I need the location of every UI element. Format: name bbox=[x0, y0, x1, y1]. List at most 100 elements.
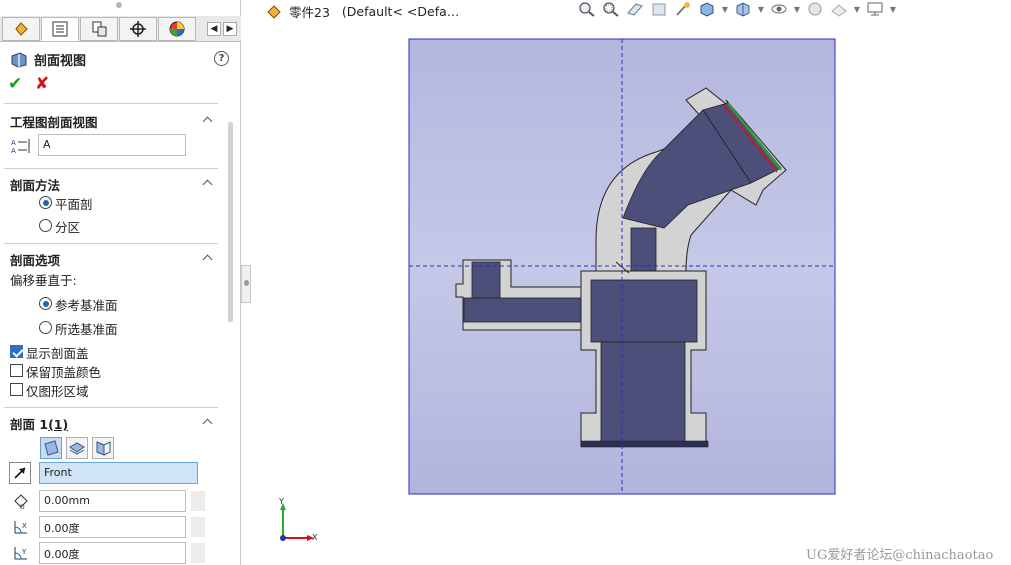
document-title: 零件23 (Default< <Defa… bbox=[265, 2, 459, 21]
radio-selected-plane[interactable] bbox=[39, 321, 52, 334]
section-view-icon[interactable] bbox=[649, 1, 669, 18]
previous-view-icon[interactable] bbox=[625, 1, 645, 18]
offset-normal-label: 偏移垂直于: bbox=[10, 273, 77, 288]
tab-property-manager[interactable] bbox=[41, 17, 79, 41]
graphics-area[interactable]: 零件23 (Default< <Defa… ▼ ▼ ▼ ▼ ▼ Y X UG爱好… bbox=[251, 0, 1011, 565]
svg-text:Y: Y bbox=[21, 548, 27, 556]
section-method-group-title: 剖面方法 bbox=[10, 178, 61, 193]
chevron-down-icon[interactable]: ▼ bbox=[793, 1, 801, 18]
angle-x-input[interactable]: 0.00度 bbox=[39, 516, 186, 538]
section1-title-text: 剖面 1 bbox=[10, 417, 49, 432]
collapse-chevron-icon[interactable] bbox=[202, 416, 214, 428]
view-orientation-icon[interactable] bbox=[697, 1, 717, 18]
tab-feature-manager[interactable] bbox=[2, 17, 40, 41]
help-button[interactable]: ? bbox=[214, 51, 229, 66]
divider bbox=[4, 407, 218, 408]
divider bbox=[4, 243, 218, 244]
spin-control[interactable] bbox=[191, 517, 205, 537]
section-plane-icon bbox=[44, 440, 59, 456]
tab-scroll-right[interactable]: ▶ bbox=[223, 22, 237, 36]
document-configuration: (Default< <Defa… bbox=[341, 4, 460, 19]
section1-group-title: 剖面 1(1) bbox=[10, 414, 68, 433]
section-view-icon bbox=[11, 51, 27, 68]
tab-configuration-manager[interactable] bbox=[80, 17, 118, 41]
spin-control[interactable] bbox=[191, 543, 205, 563]
section-options-group-title: 剖面选项 bbox=[10, 253, 61, 268]
panel-grip[interactable] bbox=[116, 2, 122, 8]
radio-planar-section[interactable] bbox=[39, 196, 52, 209]
hide-show-icon[interactable] bbox=[769, 1, 789, 18]
checkbox-graphics-only-label: 仅图形区域 bbox=[26, 384, 89, 399]
body-center-chamber bbox=[590, 279, 698, 343]
checkbox-keep-cap-color-label: 保留顶盖颜色 bbox=[26, 365, 102, 380]
document-name: 零件23 bbox=[289, 5, 330, 20]
cancel-button[interactable]: ✘ bbox=[35, 74, 49, 94]
zoom-to-fit-icon[interactable] bbox=[577, 1, 597, 18]
apply-scene-icon[interactable] bbox=[829, 1, 849, 18]
body-neck-bore bbox=[630, 227, 657, 272]
tab-dimxpert[interactable] bbox=[119, 17, 157, 41]
section-flip-icon bbox=[96, 441, 111, 456]
body-flange-bore bbox=[702, 102, 782, 184]
chevron-down-icon[interactable]: ▼ bbox=[889, 1, 897, 18]
svg-text:D: D bbox=[20, 504, 25, 511]
ok-button[interactable]: ✔ bbox=[8, 74, 22, 94]
zoom-to-area-icon[interactable] bbox=[601, 1, 621, 18]
manager-tabs: ◀ ▶ bbox=[0, 16, 241, 42]
heads-up-view-toolbar: ▼ ▼ ▼ ▼ ▼ bbox=[577, 0, 897, 18]
offset-distance-input[interactable]: 0.00mm bbox=[39, 490, 186, 512]
checkbox-graphics-only[interactable] bbox=[10, 383, 23, 396]
svg-text:A: A bbox=[11, 147, 16, 155]
section-view-group-title: 工程图剖面视图 bbox=[10, 115, 98, 130]
body-lower-bore bbox=[600, 341, 686, 443]
tab-display-manager[interactable] bbox=[158, 17, 196, 41]
section-label-input[interactable]: A bbox=[38, 134, 186, 156]
angle-y-input[interactable]: 0.00度 bbox=[39, 542, 186, 564]
section-hatch-mark bbox=[615, 261, 630, 274]
tab-scroll-left[interactable]: ◀ bbox=[207, 22, 221, 36]
body-elbow-bore bbox=[622, 109, 752, 229]
radio-selected-plane-label: 所选基准面 bbox=[55, 322, 118, 337]
chevron-down-icon[interactable]: ▼ bbox=[757, 1, 765, 18]
arrow-icon bbox=[14, 467, 26, 479]
section-plane[interactable] bbox=[408, 38, 836, 495]
spin-control[interactable] bbox=[191, 491, 205, 511]
display-style-icon[interactable] bbox=[733, 1, 753, 18]
section-plane-input[interactable]: Front bbox=[39, 462, 198, 484]
label-icon: AA bbox=[10, 137, 32, 155]
collapse-chevron-icon[interactable] bbox=[202, 177, 214, 189]
panel-splitter-handle[interactable] bbox=[241, 265, 251, 303]
edit-appearance-icon[interactable] bbox=[805, 1, 825, 18]
checkbox-show-section-cap[interactable] bbox=[10, 345, 23, 358]
radio-zonal-section-label: 分区 bbox=[55, 220, 81, 235]
crosshair-icon bbox=[130, 21, 146, 37]
reference-triad bbox=[280, 503, 314, 541]
checkbox-keep-cap-color[interactable] bbox=[10, 364, 23, 377]
view-settings-icon[interactable] bbox=[865, 1, 885, 18]
panel-scrollbar[interactable] bbox=[228, 122, 233, 322]
section1-title-suffix: (1) bbox=[48, 417, 69, 432]
section-face-button[interactable] bbox=[66, 437, 88, 459]
panel-header: 剖面视图 bbox=[10, 50, 86, 69]
body-left-stub bbox=[471, 261, 501, 299]
section-cap-body bbox=[580, 270, 707, 447]
reverse-direction-button[interactable] bbox=[9, 462, 31, 484]
radio-zonal-section[interactable] bbox=[39, 219, 52, 232]
section-plane-button[interactable] bbox=[40, 437, 62, 459]
angle-x-icon: X bbox=[10, 517, 32, 537]
radio-planar-section-label: 平面剖 bbox=[55, 197, 93, 212]
triad-x-label: X bbox=[312, 533, 318, 542]
dynamic-annotation-icon[interactable] bbox=[673, 1, 693, 18]
radio-reference-plane[interactable] bbox=[39, 297, 52, 310]
collapse-chevron-icon[interactable] bbox=[202, 114, 214, 126]
section-flip-button[interactable] bbox=[92, 437, 114, 459]
radio-reference-plane-label: 参考基准面 bbox=[55, 298, 118, 313]
chevron-down-icon[interactable]: ▼ bbox=[853, 1, 861, 18]
chevron-down-icon[interactable]: ▼ bbox=[721, 1, 729, 18]
svg-text:X: X bbox=[22, 522, 27, 530]
flange-edge-green bbox=[727, 102, 782, 171]
model-viewport bbox=[280, 38, 836, 541]
body-left-bore bbox=[463, 297, 633, 323]
display-manager-icon bbox=[169, 21, 185, 37]
collapse-chevron-icon[interactable] bbox=[202, 252, 214, 264]
